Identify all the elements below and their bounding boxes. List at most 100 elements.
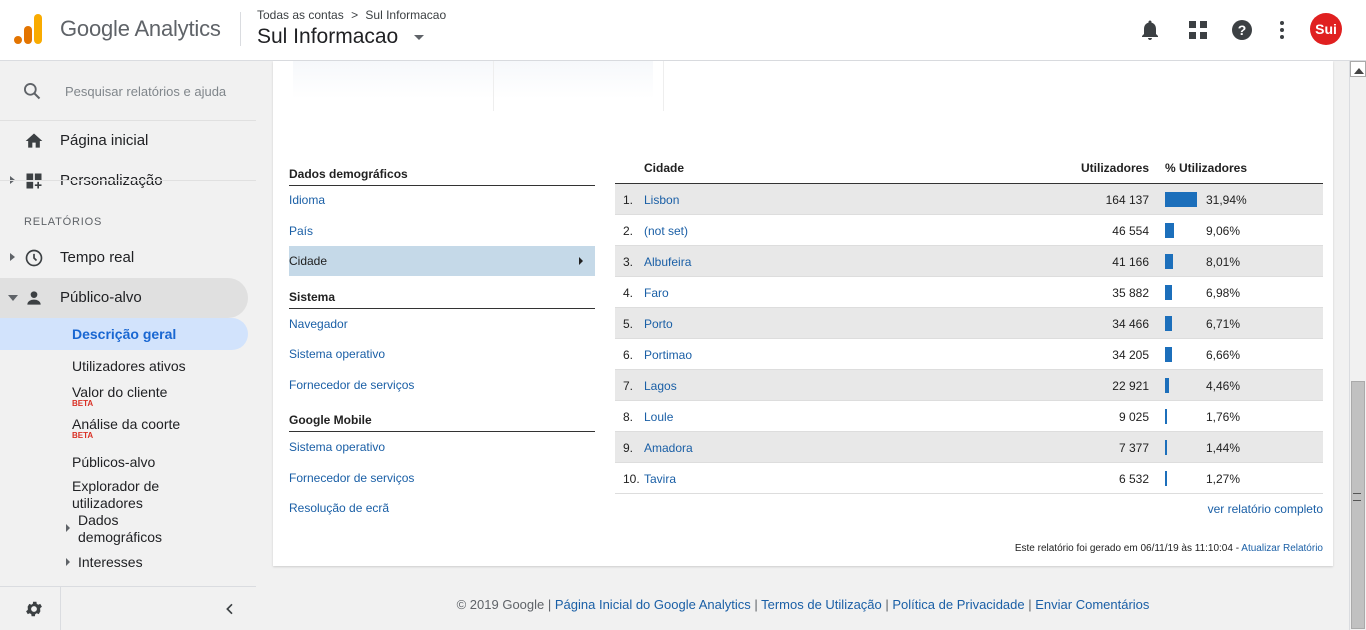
sidebar-subitem-lifetime-value[interactable]: Valor do cliente	[72, 384, 167, 400]
refresh-report-link[interactable]: Atualizar Relatório	[1241, 543, 1323, 554]
product-name[interactable]: Google Analytics	[60, 16, 221, 42]
dimension-language-link[interactable]: Idioma	[289, 193, 325, 207]
footer-separator: |	[544, 597, 555, 612]
sidebar-item-customization[interactable]: Personalização	[0, 161, 248, 201]
sidebar-item-home[interactable]: Página inicial	[0, 121, 248, 161]
percent-bar	[1165, 378, 1170, 393]
account-selector[interactable]: Sul Informacao	[257, 25, 398, 49]
city-link[interactable]: Faro	[644, 286, 669, 300]
table-row: 6. Portimao 34 205 6,66%	[615, 339, 1323, 370]
vertical-scrollbar[interactable]	[1349, 61, 1366, 630]
city-link[interactable]: Loule	[644, 410, 673, 424]
city-link[interactable]: Tavira	[644, 472, 676, 486]
full-report-link[interactable]: ver relatório completo	[1208, 502, 1323, 516]
row-number: 6.	[623, 348, 634, 362]
sidebar-subitem-demographics[interactable]: Dados	[78, 512, 118, 528]
home-icon	[25, 133, 43, 148]
percent-bar	[1165, 440, 1167, 455]
search-input[interactable]: Pesquisar relatórios e ajuda	[65, 84, 226, 99]
footer-link-feedback[interactable]: Enviar Comentários	[1035, 597, 1149, 612]
users-value: 35 882	[1112, 286, 1149, 300]
table-row: 8. Loule 9 025 1,76%	[615, 401, 1323, 432]
sidebar-subitem-explorer-line2[interactable]: utilizadores	[72, 495, 143, 511]
chevron-left-icon[interactable]	[222, 601, 238, 617]
apps-grid-icon[interactable]	[1186, 18, 1210, 42]
table-row: 9. Amadora 7 377 1,44%	[615, 432, 1323, 463]
percent-value: 9,06%	[1206, 224, 1241, 238]
expand-arrow-icon[interactable]	[10, 253, 15, 261]
city-link[interactable]: Lisbon	[644, 193, 679, 207]
users-value: 22 921	[1112, 379, 1149, 393]
scroll-up-button[interactable]	[1350, 61, 1366, 77]
help-icon[interactable]: ?	[1230, 18, 1254, 42]
city-link[interactable]: (not set)	[644, 224, 688, 238]
more-vert-icon[interactable]	[1270, 18, 1294, 42]
breadcrumb-all-accounts[interactable]: Todas as contas	[257, 8, 344, 22]
sidebar-item-label: Página inicial	[60, 132, 149, 149]
sidebar-subitem-demographics-line2[interactable]: demográficos	[78, 529, 162, 545]
city-link[interactable]: Porto	[644, 317, 673, 331]
expand-arrow-icon[interactable]	[66, 524, 70, 532]
breadcrumb[interactable]: Todas as contas > Sul Informacao	[257, 8, 450, 22]
expand-arrow-icon[interactable]	[66, 558, 70, 566]
city-link[interactable]: Albufeira	[644, 255, 691, 269]
dimension-mobile-provider-link[interactable]: Fornecedor de serviços	[289, 471, 414, 485]
sidebar: Pesquisar relatórios e ajuda Página inic…	[0, 61, 256, 630]
analytics-logo-icon[interactable]	[14, 14, 42, 44]
sidebar-subitem-active-users[interactable]: Utilizadores ativos	[72, 358, 186, 374]
sidebar-item-realtime[interactable]: Tempo real	[0, 238, 248, 278]
sidebar-item-audience[interactable]: Público-alvo	[0, 278, 248, 318]
percent-bar	[1165, 347, 1172, 362]
dimension-mobile-os-link[interactable]: Sistema operativo	[289, 440, 385, 454]
users-value: 46 554	[1112, 224, 1149, 238]
sidebar-subitem-audiences[interactable]: Públicos-alvo	[72, 454, 155, 470]
generated-text: Este relatório foi gerado em 06/11/19 às…	[1014, 543, 1242, 554]
caret-down-icon[interactable]	[414, 35, 424, 40]
footer-link-home[interactable]: Página Inicial do Google Analytics	[555, 597, 751, 612]
sidebar-subitem-cohort[interactable]: Análise da coorte	[72, 416, 180, 432]
city-link[interactable]: Amadora	[644, 441, 693, 455]
dimension-screen-resolution-link[interactable]: Resolução de ecrã	[289, 501, 389, 515]
percent-value: 31,94%	[1206, 193, 1247, 207]
dashboard-plus-icon	[26, 173, 42, 189]
breadcrumb-account[interactable]: Sul Informacao	[365, 8, 446, 22]
city-link[interactable]: Portimao	[644, 348, 692, 362]
dimension-country-link[interactable]: País	[289, 224, 313, 238]
arrow-up-icon	[1354, 68, 1364, 74]
avatar[interactable]: Sui	[1310, 13, 1342, 45]
table-row: 2. (not set) 46 554 9,06%	[615, 215, 1323, 246]
row-number: 5.	[623, 317, 634, 331]
divider	[240, 12, 241, 46]
divider	[60, 587, 61, 630]
footer-separator: |	[750, 597, 762, 612]
footer-link-privacy[interactable]: Política de Privacidade	[892, 597, 1024, 612]
table-row: 3. Albufeira 41 166 8,01%	[615, 246, 1323, 277]
dimension-city-selected[interactable]: Cidade	[289, 246, 595, 276]
gear-icon[interactable]	[24, 599, 44, 619]
bell-icon[interactable]	[1138, 18, 1162, 42]
person-icon	[27, 291, 41, 305]
search-bar[interactable]: Pesquisar relatórios e ajuda	[0, 61, 256, 121]
row-number: 4.	[623, 286, 634, 300]
collapse-arrow-icon[interactable]	[8, 295, 18, 301]
search-icon	[24, 83, 41, 100]
table-row: 10. Tavira 6 532 1,27%	[615, 463, 1323, 494]
svg-text:?: ?	[1238, 22, 1247, 38]
scrollbar-thumb[interactable]	[1351, 381, 1365, 629]
sidebar-subitem-overview-label[interactable]: Descrição geral	[72, 326, 176, 342]
sidebar-subitem-explorer[interactable]: Explorador de	[72, 478, 159, 494]
system-heading: Sistema	[289, 290, 595, 309]
summary-metrics-strip	[293, 61, 664, 111]
city-link[interactable]: Lagos	[644, 379, 677, 393]
percent-value: 6,98%	[1206, 286, 1241, 300]
dimension-os-link[interactable]: Sistema operativo	[289, 347, 385, 361]
dimension-browser-link[interactable]: Navegador	[289, 317, 348, 331]
percent-value: 1,76%	[1206, 410, 1241, 424]
dimension-provider-link[interactable]: Fornecedor de serviços	[289, 378, 414, 392]
grip-icon	[1353, 493, 1361, 501]
page-footer: © 2019 Google | Página Inicial do Google…	[273, 597, 1333, 612]
footer-link-terms[interactable]: Termos de Utilização	[761, 597, 882, 612]
divider	[0, 180, 256, 181]
chevron-right-icon	[579, 257, 583, 265]
sidebar-subitem-interests[interactable]: Interesses	[78, 554, 143, 570]
